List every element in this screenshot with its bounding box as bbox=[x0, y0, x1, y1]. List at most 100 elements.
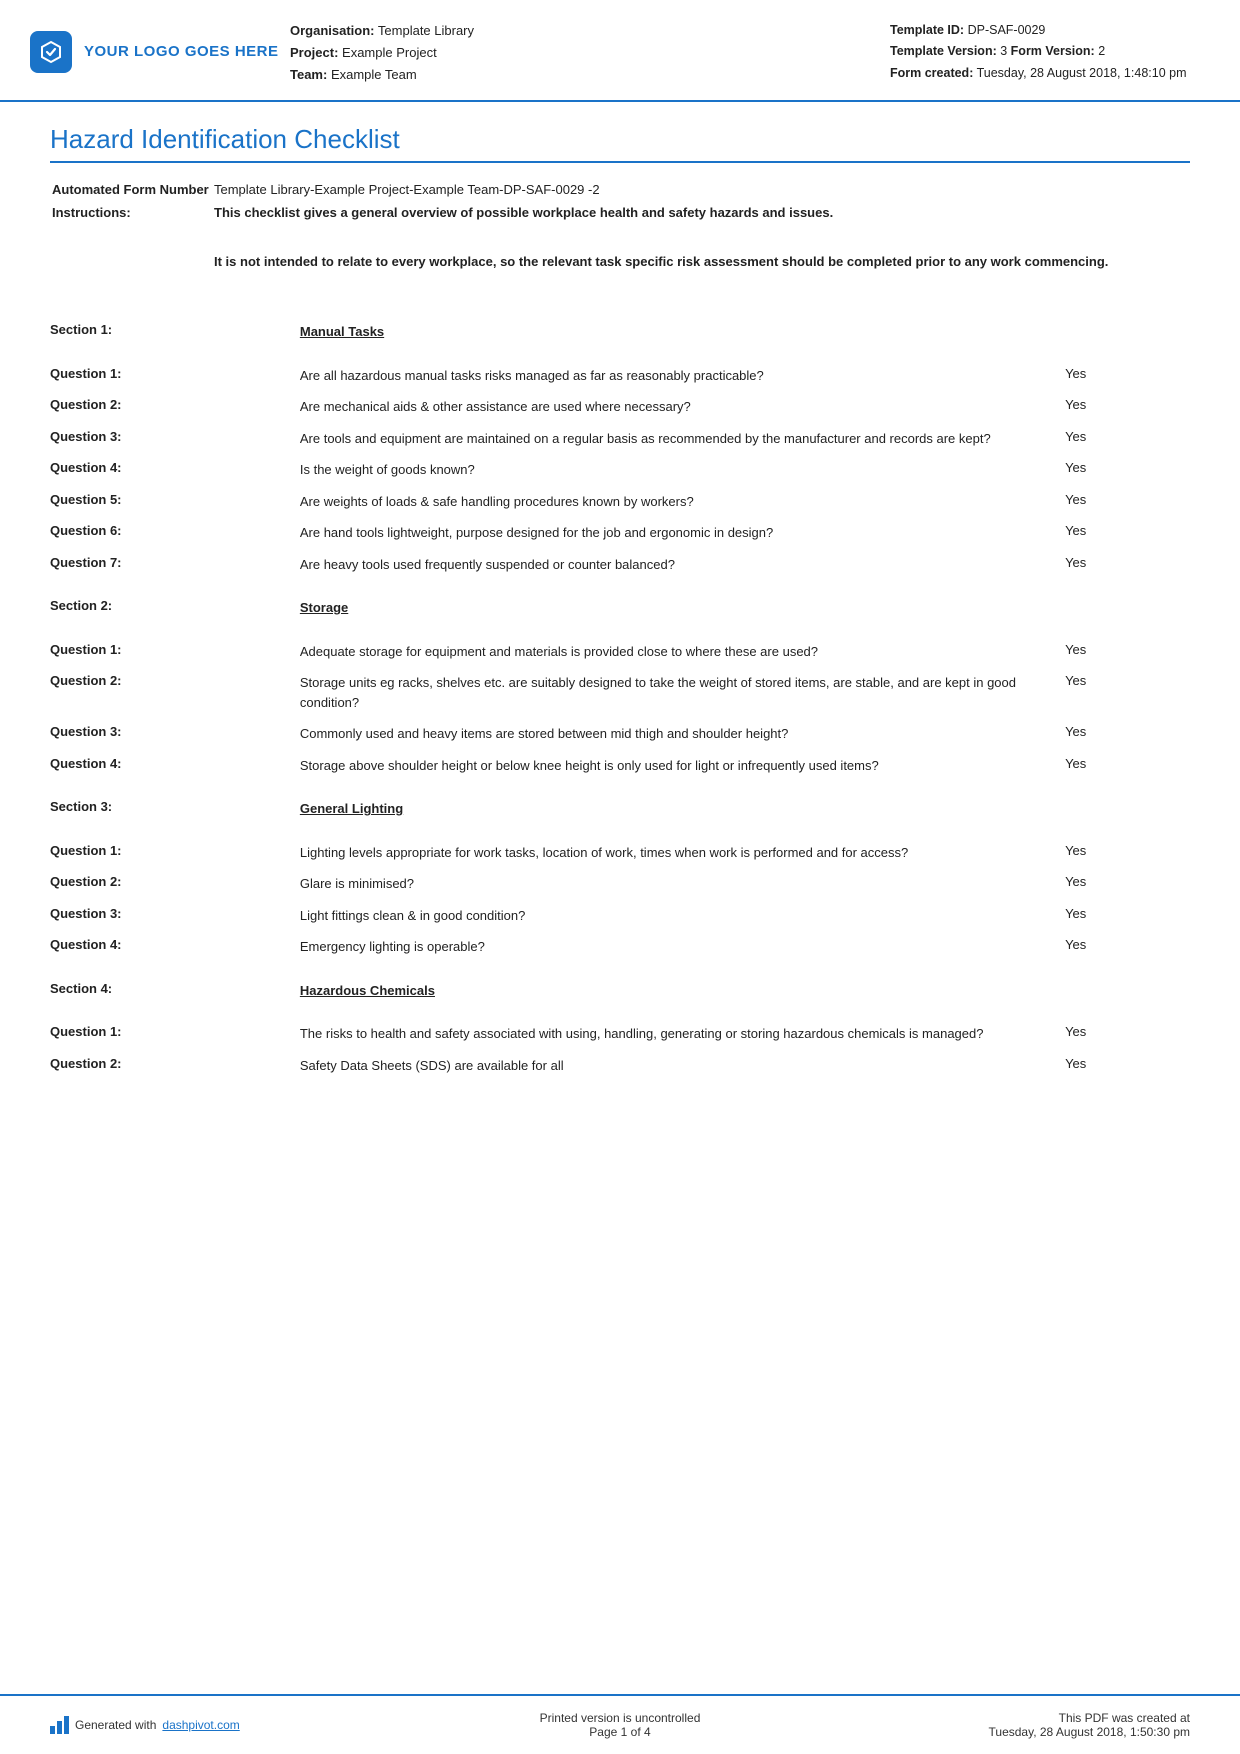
s3-q3-text: Light fittings clean & in good condition… bbox=[300, 900, 1065, 932]
s3-q1-row: Question 1: Lighting levels appropriate … bbox=[50, 837, 1190, 869]
section-2-header: Section 2: Storage bbox=[50, 592, 1190, 624]
section-4-header: Section 4: Hazardous Chemicals bbox=[50, 975, 1190, 1007]
s2-q3-answer: Yes bbox=[1065, 718, 1190, 750]
s1-q3-answer: Yes bbox=[1065, 423, 1190, 455]
s3-q4-label: Question 4: bbox=[50, 931, 300, 963]
s1-q6-row: Question 6: Are hand tools lightweight, … bbox=[50, 517, 1190, 549]
section-1-label: Section 1: bbox=[50, 316, 300, 348]
s3-q1-label: Question 1: bbox=[50, 837, 300, 869]
logo-area: YOUR LOGO GOES HERE bbox=[30, 18, 290, 86]
s1-q2-row: Question 2: Are mechanical aids & other … bbox=[50, 391, 1190, 423]
org-label: Organisation: bbox=[290, 23, 375, 38]
s1-q3-label: Question 3: bbox=[50, 423, 300, 455]
section-3-title: General Lighting bbox=[300, 801, 403, 816]
s2-q1-text: Adequate storage for equipment and mater… bbox=[300, 636, 1065, 668]
s1-q5-text: Are weights of loads & safe handling pro… bbox=[300, 486, 1065, 518]
s1-q7-row: Question 7: Are heavy tools used frequen… bbox=[50, 549, 1190, 581]
s1-q4-row: Question 4: Is the weight of goods known… bbox=[50, 454, 1190, 486]
s1-q4-text: Is the weight of goods known? bbox=[300, 454, 1065, 486]
template-id-value: DP-SAF-0029 bbox=[968, 23, 1046, 37]
template-version-value: 3 bbox=[1000, 44, 1007, 58]
section-3-label: Section 3: bbox=[50, 793, 300, 825]
s1-q2-answer: Yes bbox=[1065, 391, 1190, 423]
section-2-title: Storage bbox=[300, 600, 348, 615]
footer-center: Printed version is uncontrolled Page 1 o… bbox=[350, 1711, 890, 1739]
section-1-title: Manual Tasks bbox=[300, 324, 384, 339]
s1-q4-label: Question 4: bbox=[50, 454, 300, 486]
s3-q3-label: Question 3: bbox=[50, 900, 300, 932]
template-version-label: Template Version: bbox=[890, 44, 997, 58]
s1-q6-answer: Yes bbox=[1065, 517, 1190, 549]
s1-q3-text: Are tools and equipment are maintained o… bbox=[300, 423, 1065, 455]
logo-icon bbox=[30, 31, 72, 73]
s2-q4-row: Question 4: Storage above shoulder heigh… bbox=[50, 750, 1190, 782]
s3-q3-row: Question 3: Light fittings clean & in go… bbox=[50, 900, 1190, 932]
header-right: Template ID: DP-SAF-0029 Template Versio… bbox=[890, 18, 1190, 86]
s1-q6-text: Are hand tools lightweight, purpose desi… bbox=[300, 517, 1065, 549]
s3-q1-answer: Yes bbox=[1065, 837, 1190, 869]
s2-q4-label: Question 4: bbox=[50, 750, 300, 782]
s4-q2-answer: Yes bbox=[1065, 1050, 1190, 1082]
s3-q2-answer: Yes bbox=[1065, 868, 1190, 900]
s1-q7-text: Are heavy tools used frequently suspende… bbox=[300, 549, 1065, 581]
s1-q2-text: Are mechanical aids & other assistance a… bbox=[300, 391, 1065, 423]
s1-q3-row: Question 3: Are tools and equipment are … bbox=[50, 423, 1190, 455]
checklist-table: Section 1: Manual Tasks Question 1: Are … bbox=[50, 304, 1190, 1081]
team-value: Example Team bbox=[331, 67, 417, 82]
footer-left: Generated with dashpivot.com bbox=[50, 1716, 350, 1734]
form-created-value: Tuesday, 28 August 2018, 1:48:10 pm bbox=[977, 66, 1187, 80]
footer-right: This PDF was created at Tuesday, 28 Augu… bbox=[890, 1711, 1190, 1739]
footer-pdf-line2: Tuesday, 28 August 2018, 1:50:30 pm bbox=[890, 1725, 1190, 1739]
instructions-bold: This checklist gives a general overview … bbox=[214, 205, 1188, 220]
s2-q1-label: Question 1: bbox=[50, 636, 300, 668]
s1-q5-row: Question 5: Are weights of loads & safe … bbox=[50, 486, 1190, 518]
s2-q2-answer: Yes bbox=[1065, 667, 1190, 718]
s1-q5-label: Question 5: bbox=[50, 486, 300, 518]
form-created-label: Form created: bbox=[890, 66, 973, 80]
s1-q6-label: Question 6: bbox=[50, 517, 300, 549]
s1-q4-answer: Yes bbox=[1065, 454, 1190, 486]
form-version-label: Form Version: bbox=[1011, 44, 1095, 58]
footer-pdf-line1: This PDF was created at bbox=[890, 1711, 1190, 1725]
s4-q1-text: The risks to health and safety associate… bbox=[300, 1018, 1065, 1050]
s3-q4-answer: Yes bbox=[1065, 931, 1190, 963]
footer: Generated with dashpivot.com Printed ver… bbox=[0, 1694, 1240, 1754]
s1-q1-text: Are all hazardous manual tasks risks man… bbox=[300, 360, 1065, 392]
instructions-bold-inline: It is not intended to relate to every wo… bbox=[214, 254, 1108, 269]
s1-q1-row: Question 1: Are all hazardous manual tas… bbox=[50, 360, 1190, 392]
s2-q4-answer: Yes bbox=[1065, 750, 1190, 782]
s2-q3-row: Question 3: Commonly used and heavy item… bbox=[50, 718, 1190, 750]
page-title: Hazard Identification Checklist bbox=[50, 124, 1190, 163]
s3-q3-answer: Yes bbox=[1065, 900, 1190, 932]
s3-q4-row: Question 4: Emergency lighting is operab… bbox=[50, 931, 1190, 963]
s2-q2-label: Question 2: bbox=[50, 667, 300, 718]
footer-link[interactable]: dashpivot.com bbox=[162, 1718, 239, 1732]
s4-q2-text: Safety Data Sheets (SDS) are available f… bbox=[300, 1050, 1065, 1082]
s2-q2-row: Question 2: Storage units eg racks, shel… bbox=[50, 667, 1190, 718]
org-value: Template Library bbox=[378, 23, 474, 38]
main-content: Hazard Identification Checklist Automate… bbox=[0, 102, 1240, 1161]
s1-q1-label: Question 1: bbox=[50, 360, 300, 392]
project-value: Example Project bbox=[342, 45, 437, 60]
s4-q2-row: Question 2: Safety Data Sheets (SDS) are… bbox=[50, 1050, 1190, 1082]
section-2-label: Section 2: bbox=[50, 592, 300, 624]
header: YOUR LOGO GOES HERE Organisation: Templa… bbox=[0, 0, 1240, 102]
section-3-header: Section 3: General Lighting bbox=[50, 793, 1190, 825]
s2-q1-answer: Yes bbox=[1065, 636, 1190, 668]
footer-uncontrolled: Printed version is uncontrolled bbox=[350, 1711, 890, 1725]
s2-q2-text: Storage units eg racks, shelves etc. are… bbox=[300, 667, 1065, 718]
s3-q2-row: Question 2: Glare is minimised? Yes bbox=[50, 868, 1190, 900]
page: YOUR LOGO GOES HERE Organisation: Templa… bbox=[0, 0, 1240, 1754]
meta-table: Automated Form Number Template Library-E… bbox=[50, 177, 1190, 294]
s1-q5-answer: Yes bbox=[1065, 486, 1190, 518]
form-number-label: Automated Form Number bbox=[52, 179, 212, 200]
section-4-label: Section 4: bbox=[50, 975, 300, 1007]
s2-q3-label: Question 3: bbox=[50, 718, 300, 750]
instructions-text: It is not intended to relate to every wo… bbox=[214, 254, 1188, 269]
s3-q1-text: Lighting levels appropriate for work tas… bbox=[300, 837, 1065, 869]
s3-q4-text: Emergency lighting is operable? bbox=[300, 931, 1065, 963]
footer-generated-text: Generated with bbox=[75, 1718, 156, 1732]
s1-q1-answer: Yes bbox=[1065, 360, 1190, 392]
header-org: Organisation: Template Library Project: … bbox=[290, 18, 890, 86]
instructions-label: Instructions: bbox=[52, 202, 212, 292]
